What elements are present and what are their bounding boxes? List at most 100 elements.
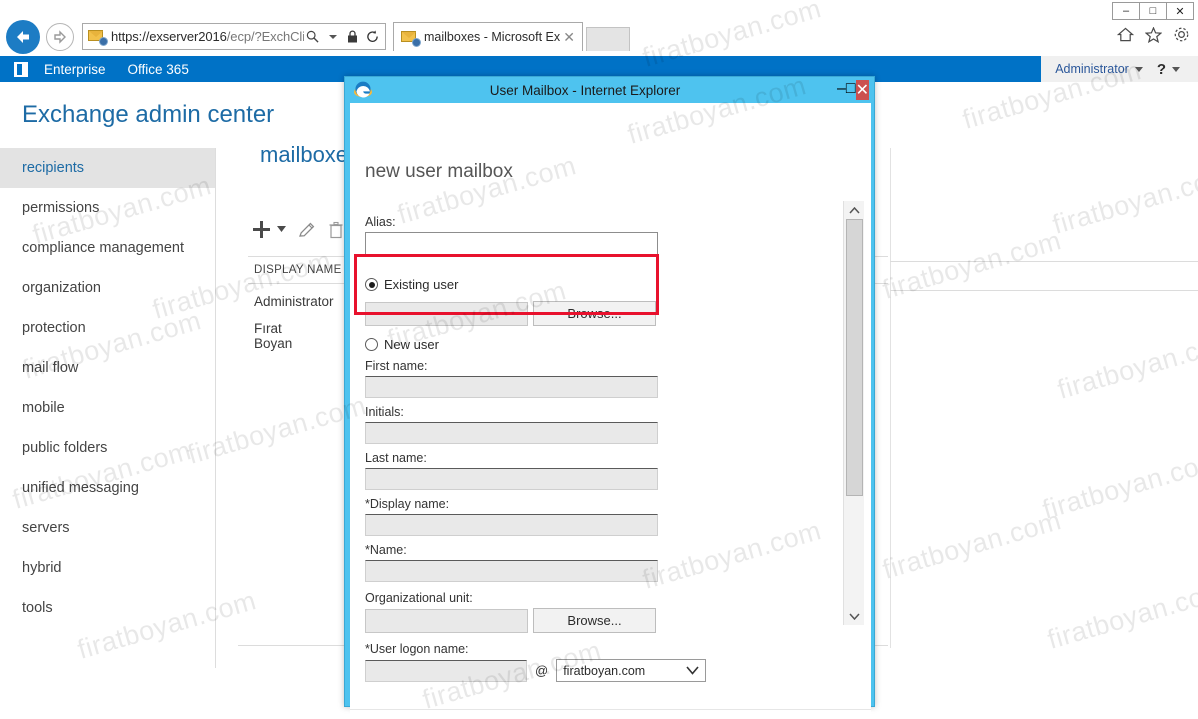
existing-user-label: Existing user: [384, 277, 459, 292]
sidebar-item-unified-messaging[interactable]: unified messaging: [0, 468, 215, 508]
user-name-label[interactable]: Administrator: [1055, 62, 1129, 76]
sidebar-item-label: mobile: [22, 400, 65, 416]
address-url-path: /ecp/?ExchClientVer: [226, 29, 304, 44]
forward-arrow-icon[interactable]: [46, 23, 74, 51]
scroll-up-arrow-icon[interactable]: [844, 201, 864, 219]
existing-user-radio[interactable]: [365, 278, 378, 291]
organizational-unit-browse-button[interactable]: Browse...: [533, 608, 656, 633]
new-user-radio[interactable]: [365, 338, 378, 351]
tab-title: mailboxes - Microsoft Exch...: [424, 30, 561, 44]
sidebar-item-protection[interactable]: protection: [0, 308, 215, 348]
domain-select[interactable]: firatboyan.com: [556, 659, 707, 682]
last-name-input[interactable]: [365, 468, 658, 490]
dialog-close-button[interactable]: ✕: [855, 80, 869, 100]
table-row[interactable]: Fırat Boyan: [254, 321, 292, 351]
lock-icon: [344, 27, 361, 47]
sidebar-item-hybrid[interactable]: hybrid: [0, 548, 215, 588]
suite-link-office365[interactable]: Office 365: [128, 62, 189, 77]
alias-label: Alias:: [365, 215, 396, 229]
maximize-button[interactable]: □: [1139, 2, 1167, 20]
sidebar-item-label: servers: [22, 520, 70, 536]
close-button[interactable]: ✕: [1166, 2, 1194, 20]
alias-input[interactable]: [365, 232, 658, 255]
window-controls: – □ ✕: [1112, 2, 1194, 20]
domain-select-value: firatboyan.com: [563, 663, 646, 678]
address-bar[interactable]: https://exserver2016/ecp/?ExchClientVer: [82, 23, 386, 50]
existing-user-input[interactable]: [365, 301, 528, 326]
display-name-label: *Display name:: [365, 497, 450, 511]
refresh-icon[interactable]: [364, 27, 381, 47]
sidebar-item-mobile[interactable]: mobile: [0, 388, 215, 428]
sidebar-item-tools[interactable]: tools: [0, 588, 215, 628]
chevron-down-icon: [686, 664, 699, 678]
sidebar-item-label: unified messaging: [22, 480, 139, 496]
minimize-button[interactable]: –: [1112, 2, 1140, 20]
organizational-unit-input[interactable]: [365, 608, 528, 633]
star-icon[interactable]: [1144, 25, 1163, 48]
sidebar-item-label: hybrid: [22, 560, 62, 576]
close-icon[interactable]: ✕: [560, 30, 578, 44]
sidebar-item-mail-flow[interactable]: mail flow: [0, 348, 215, 388]
at-symbol: @: [535, 663, 549, 678]
name-input[interactable]: [365, 560, 658, 582]
back-arrow-icon[interactable]: [6, 20, 40, 54]
sidebar-item-label: compliance management: [22, 240, 185, 256]
table-row[interactable]: Administrator: [254, 294, 334, 309]
sidebar-item-recipients[interactable]: recipients: [0, 148, 215, 188]
add-icon[interactable]: [252, 220, 271, 239]
dialog-title-bar[interactable]: User Mailbox - Internet Explorer – □ ✕: [345, 77, 874, 103]
existing-user-browse-button[interactable]: Browse...: [533, 301, 656, 326]
dialog-maximize-button[interactable]: □: [846, 80, 856, 100]
gear-icon[interactable]: [1173, 26, 1190, 48]
help-chevron-down-icon[interactable]: [1172, 66, 1180, 72]
scrollbar-thumb[interactable]: [846, 219, 863, 496]
cell-display-name: Fırat Boyan: [254, 321, 293, 351]
help-icon[interactable]: ?: [1157, 61, 1166, 78]
organizational-unit-picker-row: Browse...: [365, 608, 825, 633]
display-name-input[interactable]: [365, 514, 658, 536]
sidebar-item-organization[interactable]: organization: [0, 268, 215, 308]
chevron-down-icon[interactable]: [324, 27, 341, 47]
app-launcher-icon[interactable]: [14, 61, 28, 77]
search-icon[interactable]: [304, 27, 321, 47]
sidebar-item-compliance-management[interactable]: compliance management: [0, 228, 215, 268]
user-logon-name-input[interactable]: [365, 659, 527, 682]
form-heading: new user mailbox: [365, 161, 513, 182]
dialog-content: new user mailbox Alias: Existing user Br…: [350, 103, 871, 719]
initials-input[interactable]: [365, 422, 658, 444]
new-user-radio-row[interactable]: New user: [365, 337, 825, 352]
chevron-down-icon[interactable]: [277, 226, 286, 233]
edit-icon[interactable]: [298, 221, 316, 239]
details-panel-divider: [890, 148, 891, 648]
page-title: Exchange admin center: [22, 101, 275, 128]
first-name-input[interactable]: [365, 376, 658, 398]
screen-root: https://exserver2016/ecp/?ExchClientVer: [0, 0, 1198, 719]
address-bar-icons: [304, 27, 385, 47]
last-name-label: Last name:: [365, 451, 427, 465]
sidebar-nav: recipients permissions compliance manage…: [0, 148, 215, 628]
existing-user-radio-row[interactable]: Existing user: [365, 277, 825, 292]
sidebar-item-label: organization: [22, 280, 101, 296]
dialog-title: User Mailbox - Internet Explorer: [489, 82, 681, 98]
suite-link-enterprise[interactable]: Enterprise: [44, 62, 106, 77]
first-name-label: First name:: [365, 359, 428, 373]
new-tab-button[interactable]: [586, 27, 630, 51]
sidebar-item-servers[interactable]: servers: [0, 508, 215, 548]
dialog-minimize-button[interactable]: –: [837, 80, 846, 100]
trash-icon[interactable]: [328, 221, 344, 239]
dialog-footer: Save Cancel: [350, 709, 871, 719]
address-url-host: https://exserver2016: [111, 29, 227, 44]
sidebar-item-public-folders[interactable]: public folders: [0, 428, 215, 468]
scroll-down-arrow-icon[interactable]: [844, 607, 864, 625]
user-mailbox-dialog: User Mailbox - Internet Explorer – □ ✕ n…: [344, 76, 875, 719]
browser-tab[interactable]: mailboxes - Microsoft Exch... ✕: [393, 22, 583, 51]
dialog-scrollbar[interactable]: [843, 201, 864, 625]
sidebar-item-label: permissions: [22, 200, 100, 216]
cell-display-name: Administrator: [254, 294, 334, 309]
home-icon[interactable]: [1116, 27, 1135, 47]
column-header-display-name[interactable]: DISPLAY NAME: [248, 264, 342, 276]
existing-user-picker-row: Browse...: [365, 301, 825, 326]
chevron-down-icon[interactable]: [1134, 66, 1143, 72]
sidebar-item-permissions[interactable]: permissions: [0, 188, 215, 228]
details-panel-line-top: [890, 261, 1198, 262]
